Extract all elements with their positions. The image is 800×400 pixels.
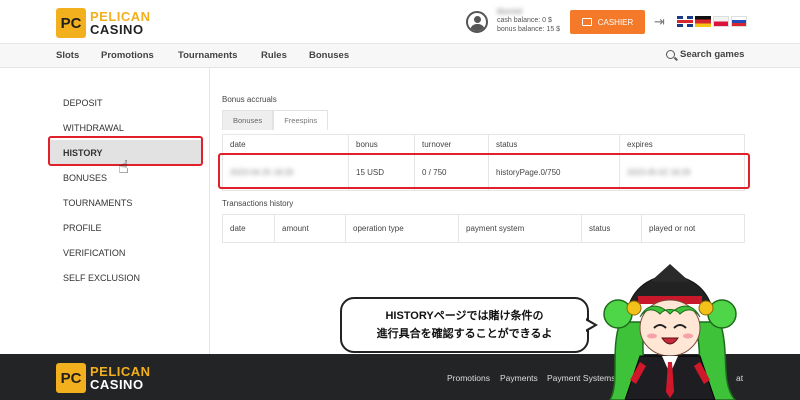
table-header-row: date amount operation type payment syste… (222, 214, 745, 243)
footer-logo-line2: CASINO (90, 377, 144, 392)
user-info: blurred cash balance: 0 $ bonus balance:… (497, 7, 560, 34)
bonus-tabs: Bonuses Freespins (222, 110, 329, 130)
flag-de-icon[interactable] (695, 16, 711, 27)
footer-logo-badge: PC (56, 363, 86, 393)
table-header-row: date bonus turnover status expires (222, 134, 745, 155)
col-expires: expires (619, 134, 745, 155)
search-icon (666, 50, 675, 59)
col-payment-system: payment system (458, 214, 582, 243)
col-status: status (488, 134, 620, 155)
footer-link-payments[interactable]: Payments (500, 373, 538, 383)
col-played-or-not: played or not (641, 214, 745, 243)
transactions-title: Transactions history (222, 199, 294, 208)
col-date: date (222, 134, 349, 155)
header: PC PELICAN CASINO blurred cash balance: … (0, 0, 800, 44)
col-bonus: bonus (348, 134, 415, 155)
nav-tournaments[interactable]: Tournaments (178, 50, 237, 61)
bonus-accruals-title: Bonus accruals (222, 95, 277, 104)
search-label: Search games (680, 49, 745, 60)
col-turnover: turnover (414, 134, 489, 155)
account-sidebar: DEPOSIT WITHDRAWAL HISTORY BONUSES TOURN… (50, 90, 202, 290)
sidebar-divider (209, 68, 210, 354)
col-amount: amount (274, 214, 346, 243)
language-switcher (677, 16, 747, 27)
logo-text: PELICAN CASINO (90, 10, 151, 36)
sidebar-item-self-exclusion[interactable]: SELF EXCLUSION (50, 265, 202, 290)
search-games[interactable]: Search games (666, 49, 744, 60)
col-status: status (581, 214, 642, 243)
bonus-balance: bonus balance: 15 $ (497, 26, 561, 33)
tab-bonuses[interactable]: Bonuses (222, 110, 274, 130)
flag-pl-icon[interactable] (713, 16, 729, 27)
flag-ru-icon[interactable] (731, 16, 747, 27)
transactions-table: date amount operation type payment syste… (222, 214, 745, 243)
tab-freespins[interactable]: Freespins (273, 110, 329, 130)
flag-en-icon[interactable] (677, 16, 693, 27)
sidebar-item-deposit[interactable]: DEPOSIT (50, 90, 202, 115)
bubble-line1: HISTORYページでは賭け条件の (385, 310, 544, 322)
logo-line2: CASINO (90, 22, 144, 37)
logo-badge: PC (56, 8, 86, 38)
speech-bubble: HISTORYページでは賭け条件の 進行具合を確認することができるよ (340, 297, 589, 353)
sidebar-item-profile[interactable]: PROFILE (50, 215, 202, 240)
nav-promotions[interactable]: Promotions (101, 50, 154, 61)
bubble-line2: 進行具合を確認することができるよ (376, 328, 553, 340)
main-nav: Slots Promotions Tournaments Rules Bonus… (0, 44, 800, 68)
hand-pointer-icon: ☝ (118, 157, 129, 177)
nav-rules[interactable]: Rules (261, 50, 287, 61)
user-avatar-icon[interactable] (466, 11, 488, 33)
footer-link-promotions[interactable]: Promotions (447, 373, 490, 383)
nav-slots[interactable]: Slots (56, 50, 79, 61)
footer-logo[interactable]: PC PELICAN CASINO (56, 363, 151, 393)
col-operation-type: operation type (345, 214, 459, 243)
col-date: date (222, 214, 275, 243)
cashier-button[interactable]: CASHIER (570, 10, 645, 34)
sidebar-item-verification[interactable]: VERIFICATION (50, 240, 202, 265)
logout-icon[interactable]: ⇥ (654, 14, 665, 30)
user-name: blurred (497, 7, 522, 16)
footer-logo-text: PELICAN CASINO (90, 365, 151, 391)
cashier-label: CASHIER (597, 17, 634, 27)
nav-bonuses[interactable]: Bonuses (309, 50, 349, 61)
wallet-icon (581, 18, 592, 26)
cash-balance: cash balance: 0 $ (497, 17, 552, 24)
logo[interactable]: PC PELICAN CASINO (56, 6, 151, 40)
mascot-character (603, 264, 737, 400)
bonus-row-highlight-box (218, 153, 750, 189)
sidebar-item-tournaments[interactable]: TOURNAMENTS (50, 190, 202, 215)
